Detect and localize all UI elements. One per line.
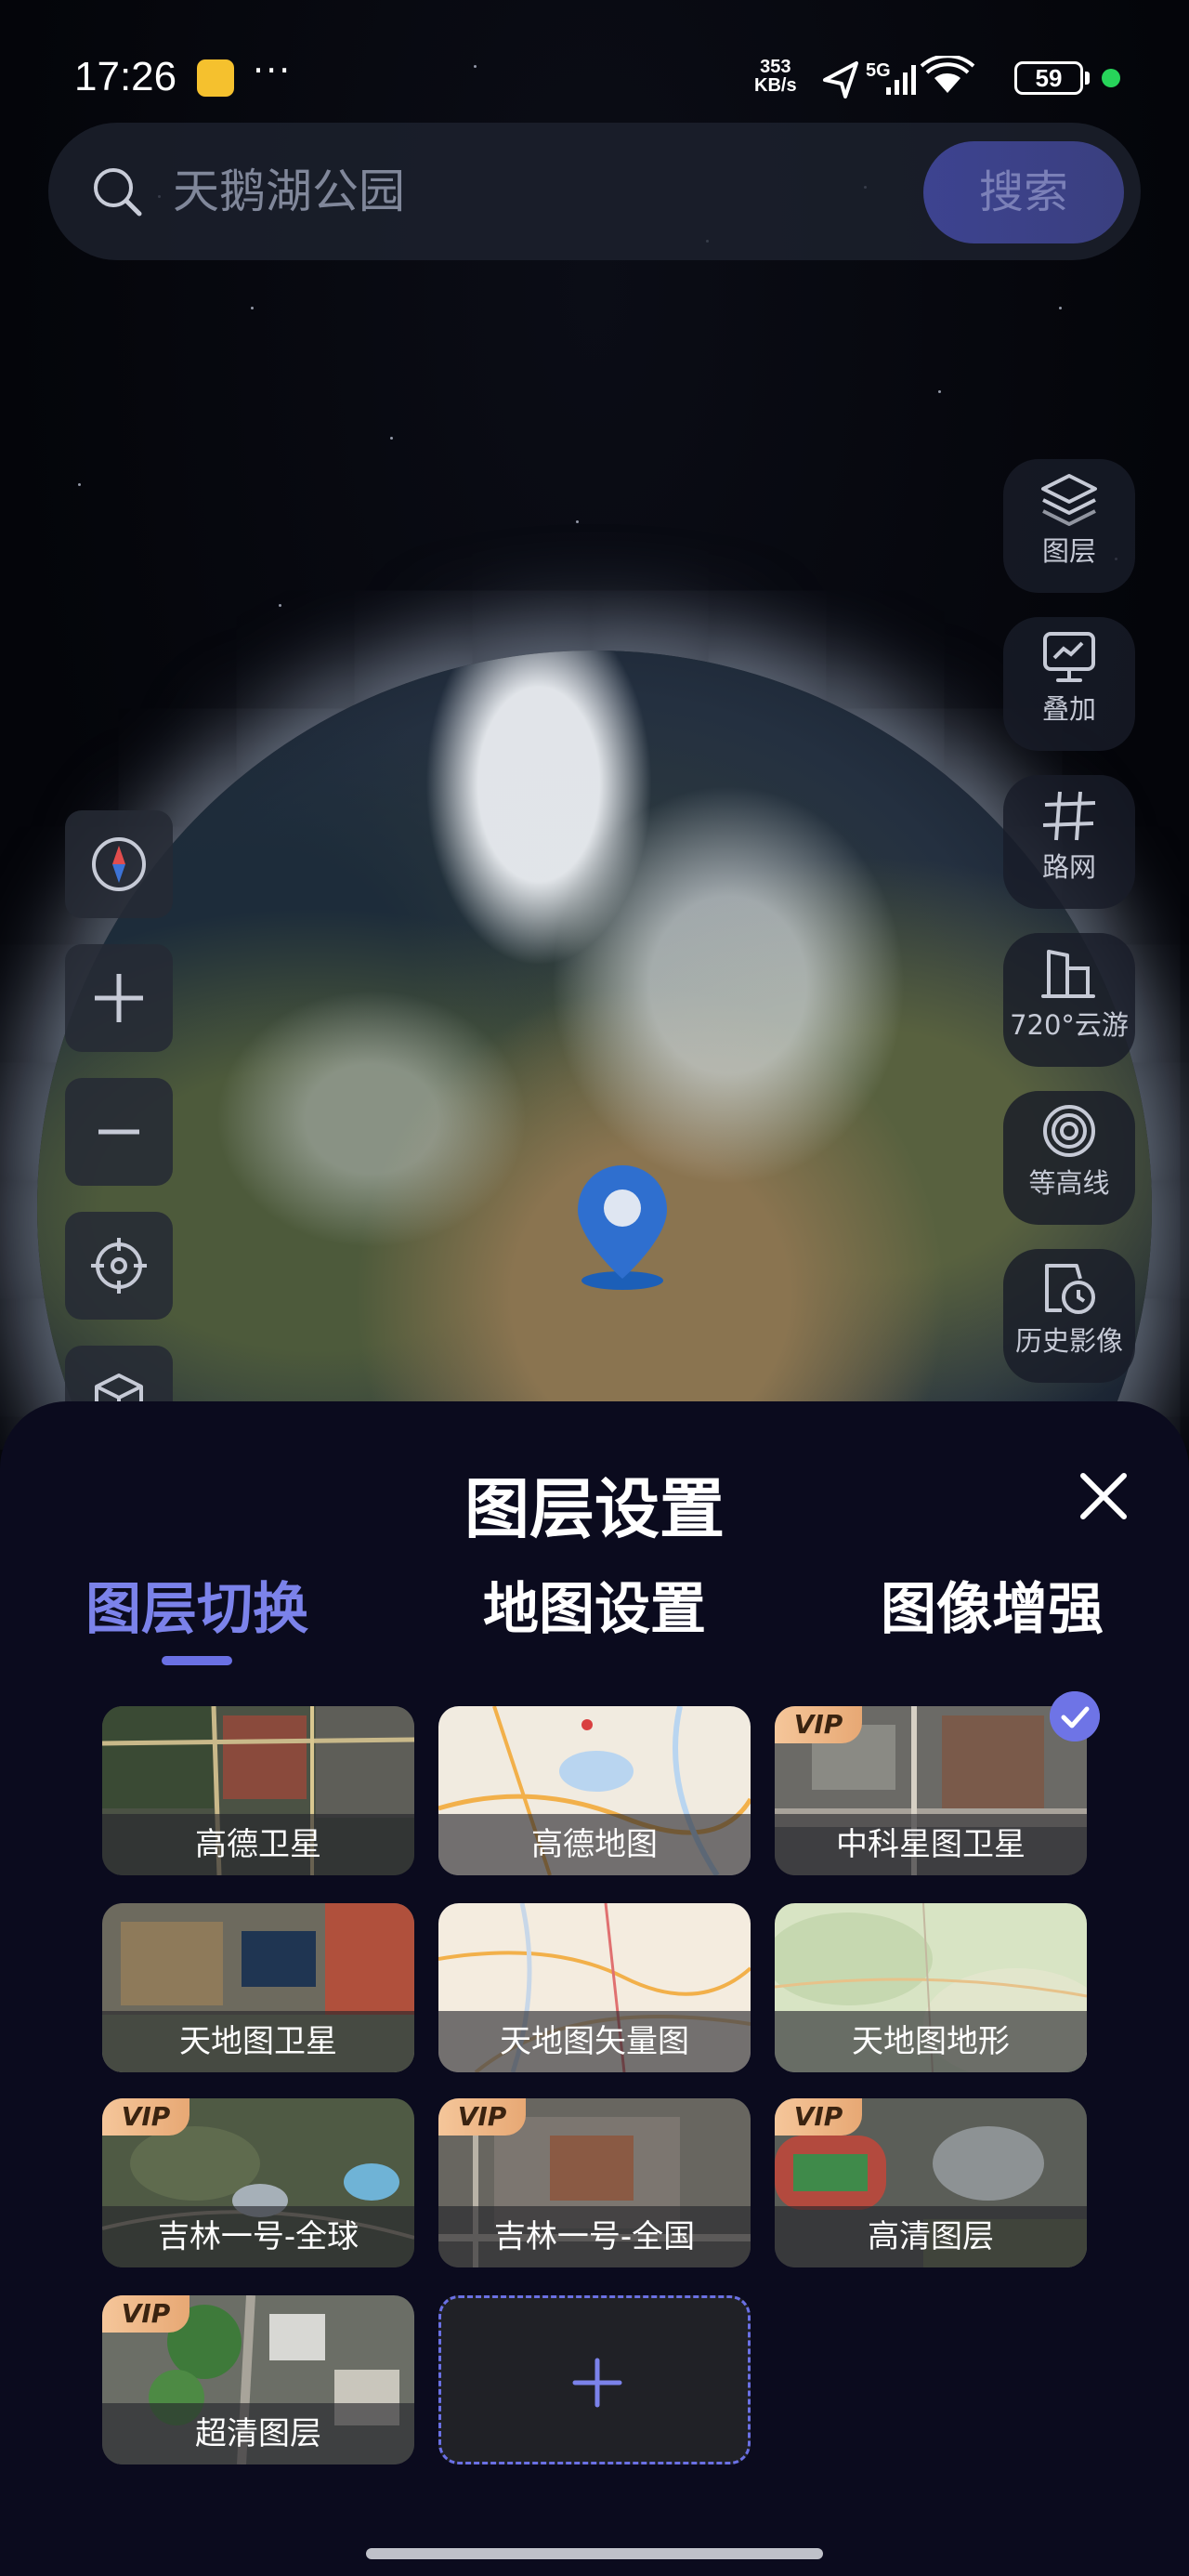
privacy-indicator-dot	[1102, 69, 1120, 87]
layer-name: 超清图层	[102, 2403, 414, 2464]
locate-icon	[91, 1238, 147, 1294]
add-layer-button[interactable]	[438, 2295, 751, 2464]
compass-button[interactable]	[65, 810, 173, 918]
overlay-icon	[1043, 632, 1095, 682]
battery-indicator: 59	[1014, 61, 1083, 95]
locate-button[interactable]	[65, 1212, 173, 1320]
layer-name: 天地图卫星	[102, 2011, 414, 2072]
active-tab-indicator	[162, 1656, 232, 1665]
notes-app-icon	[197, 59, 234, 97]
layer-name: 吉林一号-全球	[102, 2206, 414, 2267]
layer-card-tianditu-terrain[interactable]: 天地图地形	[775, 1903, 1087, 2072]
tab-layer-switch[interactable]: 图层切换	[85, 1564, 308, 1645]
layer-name: 高清图层	[775, 2206, 1087, 2267]
status-time: 17:26	[74, 54, 177, 99]
battery-tip	[1085, 72, 1090, 85]
search-bar: 搜索	[48, 123, 1141, 260]
layer-name: 天地图地形	[775, 2011, 1087, 2072]
layer-name: 高德地图	[438, 1814, 751, 1875]
vip-badge: VIP	[438, 2098, 526, 2136]
layer-card-amap-satellite[interactable]: 高德卫星	[102, 1706, 414, 1875]
vip-badge: VIP	[775, 2098, 862, 2136]
zoom-out-icon	[98, 1129, 139, 1135]
vip-badge: VIP	[102, 2295, 189, 2333]
layers-icon	[1041, 474, 1097, 526]
overlay-label: 叠加	[1041, 693, 1096, 725]
history-icon	[1045, 1264, 1095, 1314]
compass-icon	[92, 837, 146, 891]
layer-card-uhd-layer[interactable]: VIP 超清图层	[102, 2295, 414, 2464]
layer-name: 中科星图卫星	[775, 1814, 1087, 1875]
layer-card-amap-map[interactable]: 高德地图	[438, 1706, 751, 1875]
add-icon	[572, 2358, 622, 2408]
location-pin-icon	[578, 1165, 667, 1290]
signal-wifi-icons: 5G	[823, 56, 975, 99]
layer-name: 高德卫星	[102, 1814, 414, 1875]
layer-name: 天地图矢量图	[438, 2011, 751, 2072]
status-bar: 17:26 ··· 353 KB/s 5G 59	[0, 0, 1189, 112]
earth-globe[interactable]	[37, 651, 1152, 1450]
layer-card-hd-layer[interactable]: VIP 高清图层	[775, 2098, 1087, 2267]
tab-image-enhance[interactable]: 图像增强	[881, 1564, 1104, 1645]
road-network-icon	[1042, 791, 1096, 841]
layer-card-jilin1-national[interactable]: VIP 吉林一号-全国	[438, 2098, 751, 2267]
search-button[interactable]: 搜索	[923, 141, 1124, 243]
panel-title: 图层设置	[464, 1471, 725, 1547]
cloud-tour-button[interactable]: 720°云游	[1003, 933, 1135, 1067]
selected-check-icon	[1050, 1691, 1100, 1741]
road-network-label: 路网	[1041, 851, 1096, 883]
network-type-label: 5G	[866, 60, 891, 81]
building-icon	[1041, 950, 1095, 998]
contour-icon	[1043, 1105, 1095, 1157]
search-icon	[94, 168, 142, 217]
layer-card-tianditu-satellite[interactable]: 天地图卫星	[102, 1903, 414, 2072]
history-imagery-button[interactable]: 历史影像	[1003, 1249, 1135, 1383]
network-speed: 353 KB/s	[754, 58, 797, 95]
zoom-in-icon	[95, 974, 143, 1022]
zoom-out-button[interactable]	[65, 1078, 173, 1186]
network-speed-unit: KB/s	[754, 75, 797, 96]
search-input[interactable]	[173, 160, 916, 223]
contour-button[interactable]: 等高线	[1003, 1091, 1135, 1225]
road-network-button[interactable]: 路网	[1003, 775, 1135, 909]
vip-badge: VIP	[102, 2098, 189, 2136]
layer-card-geovis-satellite[interactable]: VIP 中科星图卫星	[775, 1706, 1087, 1875]
close-icon[interactable]	[1078, 1470, 1130, 1522]
network-speed-value: 353	[760, 57, 791, 77]
layer-name: 吉林一号-全国	[438, 2206, 751, 2267]
layer-card-tianditu-vector[interactable]: 天地图矢量图	[438, 1903, 751, 2072]
layers-button[interactable]: 图层	[1003, 459, 1135, 593]
vip-badge: VIP	[775, 1706, 862, 1743]
more-notifications-icon: ···	[253, 50, 293, 91]
home-indicator[interactable]	[366, 2548, 823, 2559]
tab-map-settings[interactable]: 地图设置	[483, 1564, 706, 1645]
layer-card-jilin1-global[interactable]: VIP 吉林一号-全球	[102, 2098, 414, 2267]
layers-label: 图层	[1041, 535, 1096, 567]
overlay-button[interactable]: 叠加	[1003, 617, 1135, 751]
contour-label: 等高线	[1028, 1167, 1110, 1199]
cloud-tour-label: 720°云游	[1010, 1009, 1129, 1041]
zoom-in-button[interactable]	[65, 944, 173, 1052]
history-imagery-label: 历史影像	[1014, 1325, 1123, 1357]
